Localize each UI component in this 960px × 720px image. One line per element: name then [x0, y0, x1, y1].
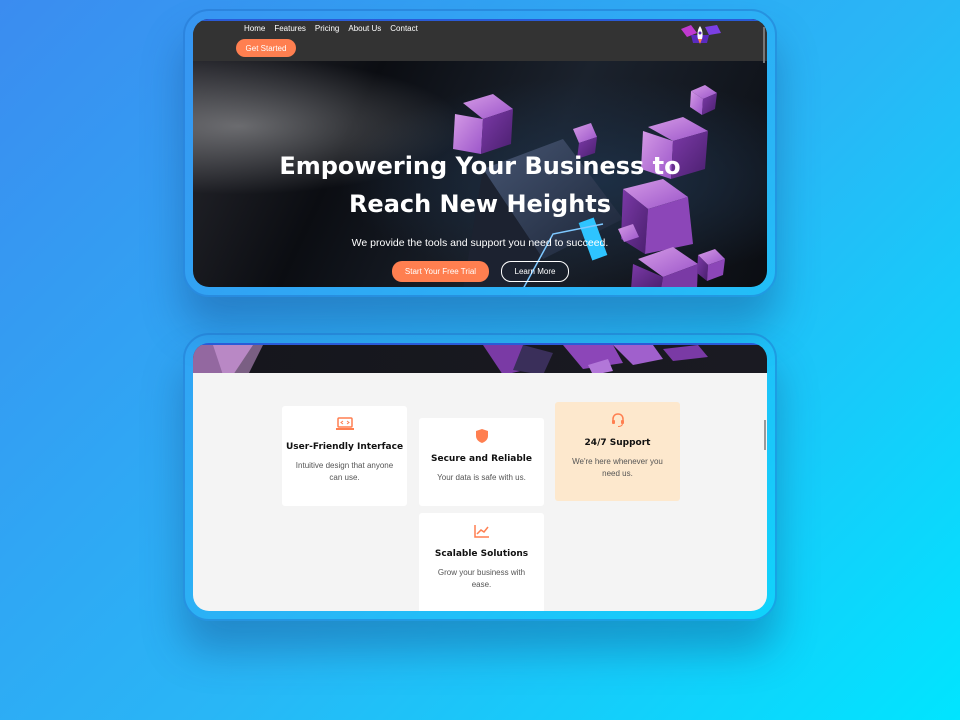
hero-title: Empowering Your Business to Reach New He…	[279, 152, 681, 218]
device-frame-features: User-Friendly Interface Intuitive design…	[183, 333, 777, 621]
code-laptop-icon	[335, 417, 354, 430]
nav-links: Home Features Pricing About Us Contact	[244, 24, 418, 33]
card-text: Intuitive design that anyone can use.	[295, 461, 394, 482]
rocket-logo-icon[interactable]	[677, 23, 723, 45]
get-started-button[interactable]: Get Started	[236, 39, 296, 57]
card-title: Secure and Reliable	[431, 454, 532, 464]
nav-link-about-us[interactable]: About Us	[348, 24, 381, 33]
top-navbar: Home Features Pricing About Us Contact G…	[193, 19, 767, 63]
scrollbar-thumb[interactable]	[764, 420, 766, 450]
hero-screen: Home Features Pricing About Us Contact G…	[193, 19, 767, 287]
hero-strip	[193, 343, 767, 375]
device-frame-hero: Home Features Pricing About Us Contact G…	[183, 9, 777, 297]
learn-more-button[interactable]: Learn More	[501, 261, 569, 282]
feature-card-scalable: Scalable Solutions Grow your business wi…	[419, 513, 544, 611]
hero-subtitle: We provide the tools and support you nee…	[351, 237, 609, 249]
features-section: User-Friendly Interface Intuitive design…	[193, 373, 767, 611]
nav-link-home[interactable]: Home	[244, 24, 265, 33]
shield-icon	[475, 429, 488, 443]
feature-card-support: 24/7 Support We're here whenever you nee…	[555, 402, 680, 501]
start-free-trial-button[interactable]: Start Your Free Trial	[392, 261, 489, 282]
headset-icon	[611, 413, 624, 427]
feature-card-secure: Secure and Reliable Your data is safe wi…	[419, 418, 544, 506]
card-text: Your data is safe with us.	[437, 473, 526, 482]
scrollbar-thumb[interactable]	[763, 27, 765, 63]
nav-link-contact[interactable]: Contact	[390, 24, 418, 33]
nav-link-features[interactable]: Features	[274, 24, 306, 33]
card-title: 24/7 Support	[584, 438, 651, 448]
card-text: Grow your business with ease.	[437, 568, 526, 589]
card-text: We're here whenever you need us.	[572, 457, 663, 478]
hero-strip-illustration	[193, 345, 708, 375]
feature-card-user-friendly: User-Friendly Interface Intuitive design…	[282, 406, 407, 506]
card-title: User-Friendly Interface	[285, 442, 404, 452]
nav-link-pricing[interactable]: Pricing	[315, 24, 339, 33]
features-screen: User-Friendly Interface Intuitive design…	[193, 343, 767, 611]
chart-line-icon	[473, 525, 489, 538]
card-title: Scalable Solutions	[434, 549, 529, 559]
